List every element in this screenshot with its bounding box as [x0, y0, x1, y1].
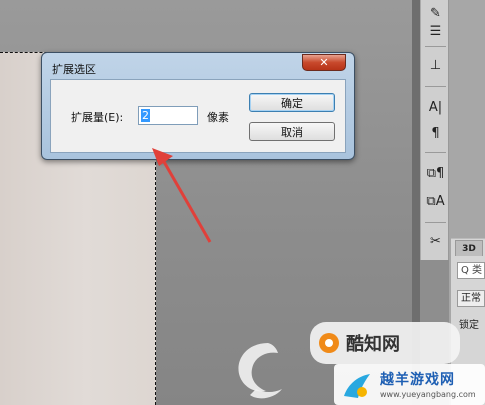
watermark-site-badge: 越羊游戏网 www.yueyangbang.com [334, 364, 485, 405]
character-styles-icon[interactable]: ⧉A [424, 190, 447, 213]
toolbar-divider [425, 222, 446, 223]
panel-dock-toolbar: ✎ ☰ ⊥ A| ¶ ⧉¶ ⧉A ✂ [420, 0, 449, 260]
tab-3d[interactable]: 3D [455, 240, 483, 256]
toolbar-divider [425, 86, 446, 87]
dialog-title: 扩展选区 [52, 63, 96, 76]
toolbar-divider [425, 152, 446, 153]
expand-amount-input[interactable]: 2 [138, 106, 198, 125]
adjust-sliders-icon[interactable]: ☰ [424, 20, 447, 43]
toolbar-divider [425, 46, 446, 47]
paragraph-styles-icon[interactable]: ⧉¶ [424, 162, 447, 185]
watermark-logo-badge: 酷知网 [310, 322, 460, 364]
expand-amount-label: 扩展量(E): [71, 111, 124, 124]
close-button[interactable]: ✕ [302, 54, 346, 71]
watermark-logo-text: 酷知网 [346, 334, 400, 355]
expand-selection-dialog: 扩展选区 ✕ 扩展量(E): 2 像素 确定 取消 [41, 52, 355, 160]
character-panel-icon[interactable]: A| [424, 96, 447, 119]
watermark-site-text: 越羊游戏网 [380, 372, 455, 388]
clone-stamp-icon[interactable]: ⊥ [424, 54, 447, 77]
lock-label: 锁定 [459, 320, 479, 331]
blend-mode-select[interactable]: 正常 [457, 290, 485, 307]
unit-label: 像素 [207, 111, 229, 124]
watermark-url-text: www.yueyangbang.com [380, 390, 476, 399]
watermark-site-icon [344, 374, 370, 398]
tool-presets-icon[interactable]: ✂ [424, 230, 447, 253]
layer-filter-search[interactable]: Q 类 [457, 262, 485, 279]
watermark-logo-icon [319, 333, 339, 353]
paragraph-panel-icon[interactable]: ¶ [424, 122, 447, 145]
dialog-body: 扩展量(E): 2 像素 确定 取消 [50, 79, 346, 153]
watermark-swirl-icon [238, 343, 282, 399]
ok-button[interactable]: 确定 [249, 93, 335, 112]
expand-amount-value: 2 [141, 109, 150, 122]
cancel-button[interactable]: 取消 [249, 122, 335, 141]
